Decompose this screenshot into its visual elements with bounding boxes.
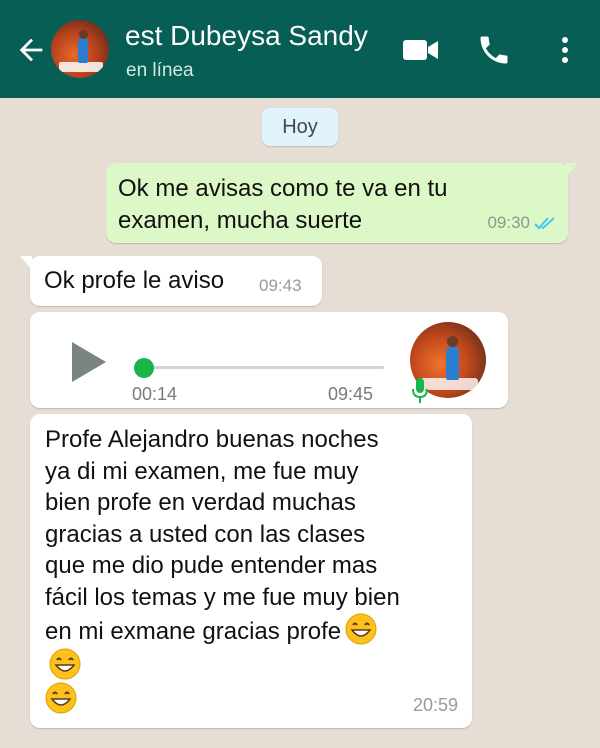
video-camera-icon[interactable] xyxy=(400,32,440,68)
contact-status: en línea xyxy=(126,60,194,81)
message-text: Ok me avisas como te va en tu examen, mu… xyxy=(118,175,448,234)
phone-icon[interactable] xyxy=(474,32,514,68)
voice-progress-handle[interactable] xyxy=(134,358,154,378)
message-list[interactable]: Hoy Ok me avisas como te va en tu examen… xyxy=(0,98,600,748)
voice-message[interactable]: 00:14 09:45 xyxy=(30,312,508,408)
outgoing-message[interactable]: Ok me avisas como te va en tu examen, mu… xyxy=(106,163,578,243)
grinning-emoji-icon xyxy=(49,648,81,679)
voice-progress-track[interactable] xyxy=(140,366,384,369)
incoming-message[interactable]: Ok profe le aviso 09:43 xyxy=(20,256,322,306)
contact-avatar[interactable] xyxy=(51,20,109,78)
date-divider: Hoy xyxy=(262,108,338,146)
message-time: 09:45 xyxy=(328,384,374,404)
back-arrow-icon[interactable] xyxy=(14,33,48,67)
message-time: 09:43 xyxy=(259,276,302,295)
chat-header: est Dubeysa Sandy en línea xyxy=(0,0,600,98)
read-receipt-icon xyxy=(534,217,555,230)
incoming-message[interactable]: Profe Alejandro buenas noches ya di mi e… xyxy=(30,414,472,728)
message-time: 09:30 xyxy=(487,213,530,232)
contact-name[interactable]: est Dubeysa Sandy xyxy=(125,20,368,52)
more-vert-icon[interactable] xyxy=(545,32,585,68)
microphone-icon xyxy=(412,378,428,403)
grinning-emoji-icon xyxy=(45,682,77,714)
voice-duration: 00:14 xyxy=(132,384,178,404)
message-time: 20:59 xyxy=(412,695,458,715)
grinning-emoji-icon xyxy=(345,613,377,645)
message-text: Profe Alejandro buenas noches ya di mi e… xyxy=(45,424,405,717)
play-icon[interactable] xyxy=(68,340,108,384)
message-text: Ok profe le aviso xyxy=(44,267,225,294)
